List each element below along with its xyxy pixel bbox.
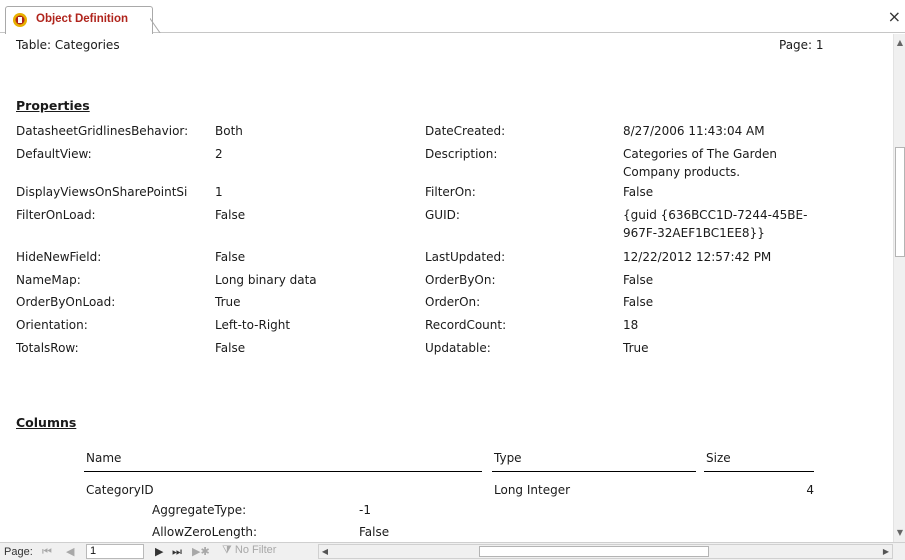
filter-icon: ⧩	[222, 544, 232, 556]
property-name: GUID:	[425, 208, 460, 222]
page-number-input[interactable]: 1	[86, 544, 144, 559]
property-value: 2	[215, 147, 223, 161]
property-value: False	[623, 185, 654, 199]
property-value: False	[623, 273, 654, 287]
header-rule-size	[704, 471, 814, 472]
property-value-continued: 967F-32AEF1BC1EE8}}	[623, 226, 765, 240]
properties-heading: Properties	[16, 98, 90, 113]
report-header-title: Table: Categories	[16, 38, 120, 52]
property-name: TotalsRow:	[16, 341, 79, 355]
property-value: False	[215, 250, 246, 264]
column-header-size: Size	[706, 451, 731, 465]
column-header-type: Type	[494, 451, 522, 465]
horizontal-scroll-thumb[interactable]	[479, 546, 709, 557]
first-page-icon[interactable]: ⏮	[42, 545, 52, 559]
vertical-scrollbar[interactable]: ▲ ▼	[893, 34, 905, 542]
column-prop-value: False	[359, 525, 390, 539]
header-rule-type	[492, 471, 696, 472]
new-record-icon[interactable]: ▶✱	[192, 545, 210, 559]
property-value: True	[623, 341, 649, 355]
tab-object-definition[interactable]: Object Definition	[5, 6, 153, 34]
page-label: Page:	[4, 546, 33, 558]
property-name: DefaultView:	[16, 147, 92, 161]
property-name: OrderByOn:	[425, 273, 496, 287]
last-page-icon[interactable]: ⏭	[172, 545, 182, 559]
previous-page-icon[interactable]: ◀	[66, 545, 74, 559]
column-row-type: Long Integer	[494, 483, 571, 497]
tab-title: Object Definition	[36, 13, 128, 25]
column-prop-name: AllowZeroLength:	[152, 525, 258, 539]
filter-label: No Filter	[234, 544, 277, 556]
property-name: Description:	[425, 147, 498, 161]
property-value: 1	[215, 185, 223, 199]
property-name: FilterOn:	[425, 185, 476, 199]
property-name: Updatable:	[425, 341, 491, 355]
document-tab-bar: Object Definition ×	[0, 0, 905, 34]
close-icon[interactable]: ×	[888, 9, 901, 25]
property-value: False	[623, 295, 654, 309]
column-prop-value: -1	[359, 503, 371, 517]
scroll-right-icon[interactable]: ▶	[880, 545, 892, 558]
property-value: {guid {636BCC1D-7244-45BE-	[623, 208, 808, 222]
property-value: False	[215, 341, 246, 355]
property-name: HideNewField:	[16, 250, 102, 264]
property-value: Long binary data	[215, 273, 317, 287]
column-row-size: 4	[806, 483, 814, 497]
report-preview: Table: Categories Page: 1 Properties Dat…	[0, 34, 893, 542]
property-name: FilterOnLoad:	[16, 208, 96, 222]
property-name: DateCreated:	[425, 124, 506, 138]
next-page-icon[interactable]: ▶	[155, 545, 163, 559]
horizontal-scrollbar[interactable]: ◀ ▶	[318, 544, 893, 559]
column-row-name: CategoryID	[86, 483, 154, 497]
property-name: DisplayViewsOnSharePointSi	[16, 185, 188, 199]
property-value: 8/27/2006 11:43:04 AM	[623, 124, 765, 138]
property-name: NameMap:	[16, 273, 81, 287]
property-name: RecordCount:	[425, 318, 507, 332]
scroll-left-icon[interactable]: ◀	[319, 545, 331, 558]
property-value: Left-to-Right	[215, 318, 291, 332]
property-name: LastUpdated:	[425, 250, 506, 264]
property-value: 18	[623, 318, 639, 332]
columns-heading: Columns	[16, 415, 77, 430]
property-value: Both	[215, 124, 243, 138]
scroll-down-icon[interactable]: ▼	[895, 526, 905, 540]
property-value: False	[215, 208, 246, 222]
property-value: Categories of The Garden	[623, 147, 777, 161]
property-value: 12/22/2012 12:57:42 PM	[623, 250, 772, 264]
access-report-icon	[13, 13, 27, 27]
property-value-continued: Company products.	[623, 165, 741, 179]
column-prop-name: AggregateType:	[152, 503, 247, 517]
report-page-number: Page: 1	[779, 38, 824, 52]
property-name: OrderOn:	[425, 295, 481, 309]
scroll-up-icon[interactable]: ▲	[895, 36, 905, 50]
property-name: Orientation:	[16, 318, 88, 332]
record-navigation-bar: Page: ⏮ ◀ 1 ▶ ⏭ ▶✱ ⧩ No Filter ◀ ▶	[0, 542, 905, 560]
no-filter-button[interactable]: ⧩ No Filter	[222, 544, 310, 559]
column-header-name: Name	[86, 451, 122, 465]
property-name: OrderByOnLoad:	[16, 295, 116, 309]
scroll-thumb[interactable]	[895, 147, 905, 257]
header-rule-name	[84, 471, 482, 472]
property-value: True	[215, 295, 241, 309]
property-name: DatasheetGridlinesBehavior:	[16, 124, 189, 138]
